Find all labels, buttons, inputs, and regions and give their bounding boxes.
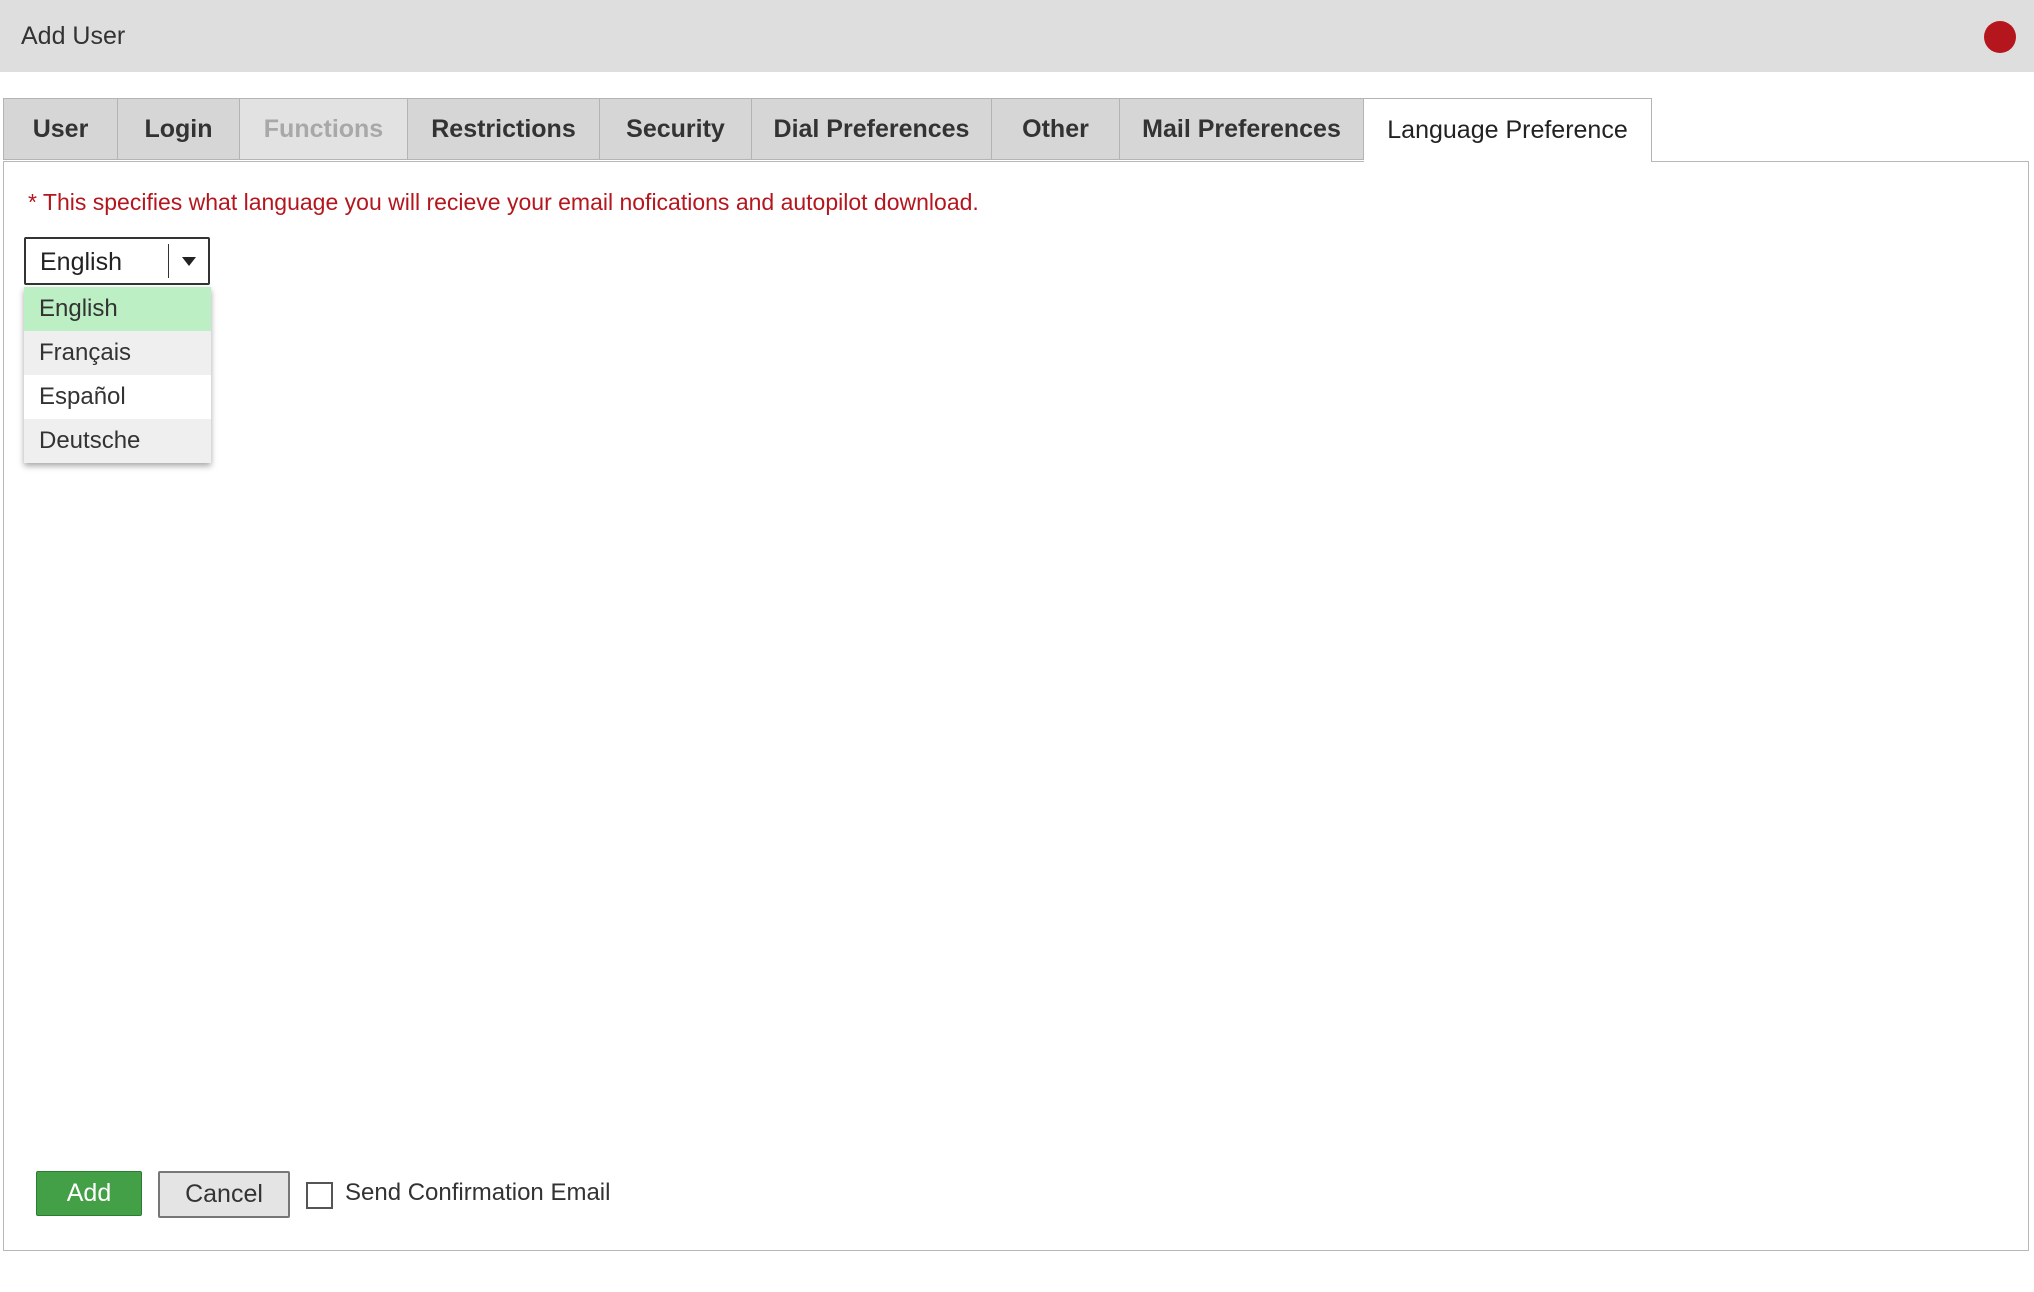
language-option-english[interactable]: English — [24, 287, 211, 331]
select-divider — [168, 244, 169, 278]
tab-login[interactable]: Login — [118, 98, 240, 160]
close-icon[interactable] — [1984, 21, 2016, 53]
tab-functions: Functions — [240, 98, 408, 160]
tab-user[interactable]: User — [3, 98, 118, 160]
language-notice: * This specifies what language you will … — [28, 189, 979, 215]
tab-dial-preferences[interactable]: Dial Preferences — [752, 98, 992, 160]
language-option-deutsche[interactable]: Deutsche — [24, 419, 211, 463]
window-title: Add User — [21, 22, 126, 50]
language-option-espanol[interactable]: Español — [24, 375, 211, 419]
language-option-francais[interactable]: Français — [24, 331, 211, 375]
chevron-down-icon[interactable] — [182, 257, 196, 266]
tab-bar: User Login Functions Restrictions Securi… — [3, 98, 1652, 162]
tab-other[interactable]: Other — [992, 98, 1120, 160]
title-bar: Add User — [0, 0, 2034, 72]
cancel-button[interactable]: Cancel — [158, 1171, 290, 1218]
tab-mail-preferences[interactable]: Mail Preferences — [1120, 98, 1364, 160]
send-confirmation-label: Send Confirmation Email — [345, 1179, 611, 1206]
language-dropdown-list: English Français Español Deutsche — [24, 287, 211, 463]
tab-language-preference[interactable]: Language Preference — [1364, 98, 1652, 162]
tab-restrictions[interactable]: Restrictions — [408, 98, 600, 160]
send-confirmation-checkbox[interactable] — [306, 1182, 333, 1209]
language-select[interactable]: English — [24, 237, 210, 285]
language-select-value: English — [40, 248, 122, 276]
tab-security[interactable]: Security — [600, 98, 752, 160]
add-button[interactable]: Add — [36, 1171, 142, 1216]
tab-panel — [3, 161, 2029, 1251]
